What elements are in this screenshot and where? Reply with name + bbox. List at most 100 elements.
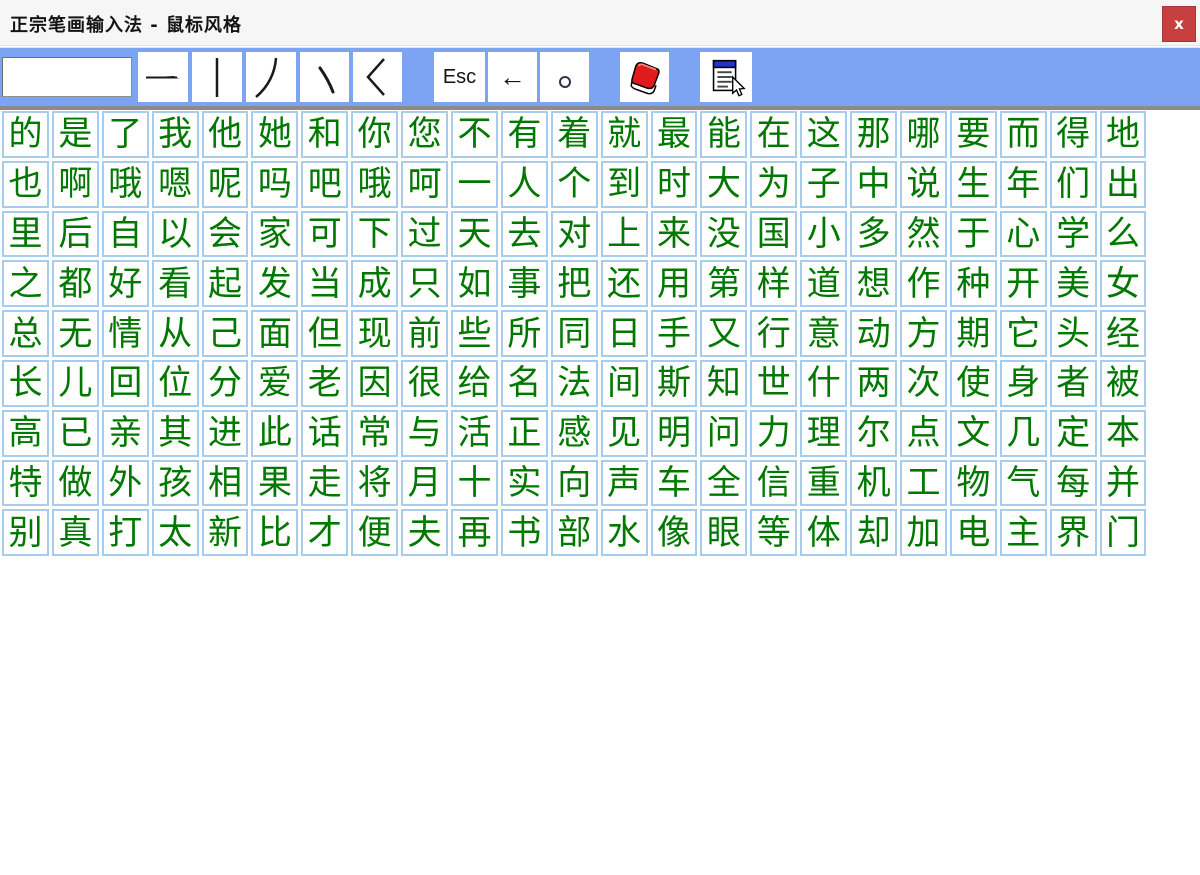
candidate-char[interactable]: 把 — [551, 260, 598, 307]
candidate-char[interactable]: 真 — [52, 509, 99, 556]
candidate-char[interactable]: 们 — [1050, 161, 1097, 208]
candidate-char[interactable]: 啊 — [52, 161, 99, 208]
candidate-char[interactable]: 却 — [850, 509, 897, 556]
candidate-char[interactable]: 水 — [601, 509, 648, 556]
candidate-char[interactable]: 当 — [301, 260, 348, 307]
candidate-char[interactable]: 国 — [750, 211, 797, 258]
candidate-char[interactable]: 活 — [451, 410, 498, 457]
candidate-char[interactable]: 定 — [1050, 410, 1097, 457]
candidate-char[interactable]: 你 — [351, 111, 398, 158]
candidate-char[interactable]: 儿 — [52, 360, 99, 407]
candidate-char[interactable]: 这 — [800, 111, 847, 158]
candidate-char[interactable]: 和 — [301, 111, 348, 158]
candidate-char[interactable]: 信 — [750, 460, 797, 507]
candidate-char[interactable]: 吧 — [301, 161, 348, 208]
candidate-char[interactable]: 界 — [1050, 509, 1097, 556]
candidate-char[interactable]: 做 — [52, 460, 99, 507]
candidate-char[interactable]: 向 — [551, 460, 598, 507]
candidate-char[interactable]: 了 — [102, 111, 149, 158]
candidate-char[interactable]: 位 — [152, 360, 199, 407]
candidate-char[interactable]: 进 — [202, 410, 249, 457]
candidate-char[interactable]: 大 — [700, 161, 747, 208]
candidate-list-button[interactable] — [700, 52, 752, 102]
candidate-char[interactable]: 哦 — [102, 161, 149, 208]
candidate-char[interactable]: 么 — [1100, 211, 1147, 258]
candidate-char[interactable]: 人 — [501, 161, 548, 208]
candidate-char[interactable]: 于 — [950, 211, 997, 258]
candidate-char[interactable]: 年 — [1000, 161, 1047, 208]
candidate-char[interactable]: 间 — [601, 360, 648, 407]
candidate-char[interactable]: 才 — [301, 509, 348, 556]
candidate-char[interactable]: 过 — [401, 211, 448, 258]
candidate-char[interactable]: 全 — [700, 460, 747, 507]
candidate-char[interactable]: 部 — [551, 509, 598, 556]
candidate-char[interactable]: 起 — [202, 260, 249, 307]
candidate-char[interactable]: 使 — [950, 360, 997, 407]
candidate-char[interactable]: 声 — [601, 460, 648, 507]
candidate-char[interactable]: 想 — [850, 260, 897, 307]
candidate-char[interactable]: 手 — [651, 310, 698, 357]
candidate-char[interactable]: 夫 — [401, 509, 448, 556]
candidate-char[interactable]: 次 — [900, 360, 947, 407]
candidate-char[interactable]: 看 — [152, 260, 199, 307]
candidate-char[interactable]: 世 — [750, 360, 797, 407]
candidate-char[interactable]: 要 — [950, 111, 997, 158]
candidate-char[interactable]: 种 — [950, 260, 997, 307]
candidate-char[interactable]: 点 — [900, 410, 947, 457]
candidate-char[interactable]: 如 — [451, 260, 498, 307]
candidate-char[interactable]: 特 — [2, 460, 49, 507]
candidate-char[interactable]: 开 — [1000, 260, 1047, 307]
candidate-char[interactable]: 新 — [202, 509, 249, 556]
candidate-char[interactable]: 来 — [651, 211, 698, 258]
candidate-char[interactable]: 常 — [351, 410, 398, 457]
candidate-char[interactable]: 高 — [2, 410, 49, 457]
candidate-char[interactable]: 很 — [401, 360, 448, 407]
candidate-char[interactable]: 子 — [800, 161, 847, 208]
candidate-char[interactable]: 学 — [1050, 211, 1097, 258]
candidate-char[interactable]: 心 — [1000, 211, 1047, 258]
candidate-char[interactable]: 有 — [501, 111, 548, 158]
candidate-char[interactable]: 多 — [850, 211, 897, 258]
candidate-char[interactable]: 上 — [601, 211, 648, 258]
candidate-char[interactable]: 会 — [202, 211, 249, 258]
candidate-char[interactable]: 机 — [850, 460, 897, 507]
candidate-char[interactable]: 但 — [301, 310, 348, 357]
candidate-char[interactable]: 什 — [800, 360, 847, 407]
candidate-char[interactable]: 外 — [102, 460, 149, 507]
candidate-char[interactable]: 亲 — [102, 410, 149, 457]
candidate-char[interactable]: 无 — [52, 310, 99, 357]
candidate-char[interactable]: 走 — [301, 460, 348, 507]
candidate-char[interactable]: 天 — [451, 211, 498, 258]
candidate-char[interactable]: 从 — [152, 310, 199, 357]
candidate-char[interactable]: 明 — [651, 410, 698, 457]
candidate-char[interactable]: 此 — [251, 410, 298, 457]
candidate-char[interactable]: 成 — [351, 260, 398, 307]
candidate-char[interactable]: 给 — [451, 360, 498, 407]
candidate-char[interactable]: 下 — [351, 211, 398, 258]
candidate-char[interactable]: 打 — [102, 509, 149, 556]
candidate-char[interactable]: 两 — [850, 360, 897, 407]
candidate-char[interactable]: 头 — [1050, 310, 1097, 357]
candidate-char[interactable]: 经 — [1100, 310, 1147, 357]
candidate-char[interactable]: 只 — [401, 260, 448, 307]
candidate-char[interactable]: 它 — [1000, 310, 1047, 357]
candidate-char[interactable]: 行 — [750, 310, 797, 357]
candidate-char[interactable]: 正 — [501, 410, 548, 457]
candidate-char[interactable]: 被 — [1100, 360, 1147, 407]
candidate-char[interactable]: 得 — [1050, 111, 1097, 158]
candidate-char[interactable]: 果 — [251, 460, 298, 507]
candidate-char[interactable]: 他 — [202, 111, 249, 158]
candidate-char[interactable]: 在 — [750, 111, 797, 158]
candidate-char[interactable]: 发 — [251, 260, 298, 307]
candidate-char[interactable]: 方 — [900, 310, 947, 357]
candidate-char[interactable]: 实 — [501, 460, 548, 507]
candidate-char[interactable]: 总 — [2, 310, 49, 357]
candidate-char[interactable]: 一 — [451, 161, 498, 208]
candidate-char[interactable]: 呵 — [401, 161, 448, 208]
candidate-char[interactable]: 着 — [551, 111, 598, 158]
candidate-char[interactable]: 您 — [401, 111, 448, 158]
candidate-char[interactable]: 女 — [1100, 260, 1147, 307]
candidate-char[interactable]: 到 — [601, 161, 648, 208]
candidate-char[interactable]: 出 — [1100, 161, 1147, 208]
candidate-char[interactable]: 吗 — [251, 161, 298, 208]
